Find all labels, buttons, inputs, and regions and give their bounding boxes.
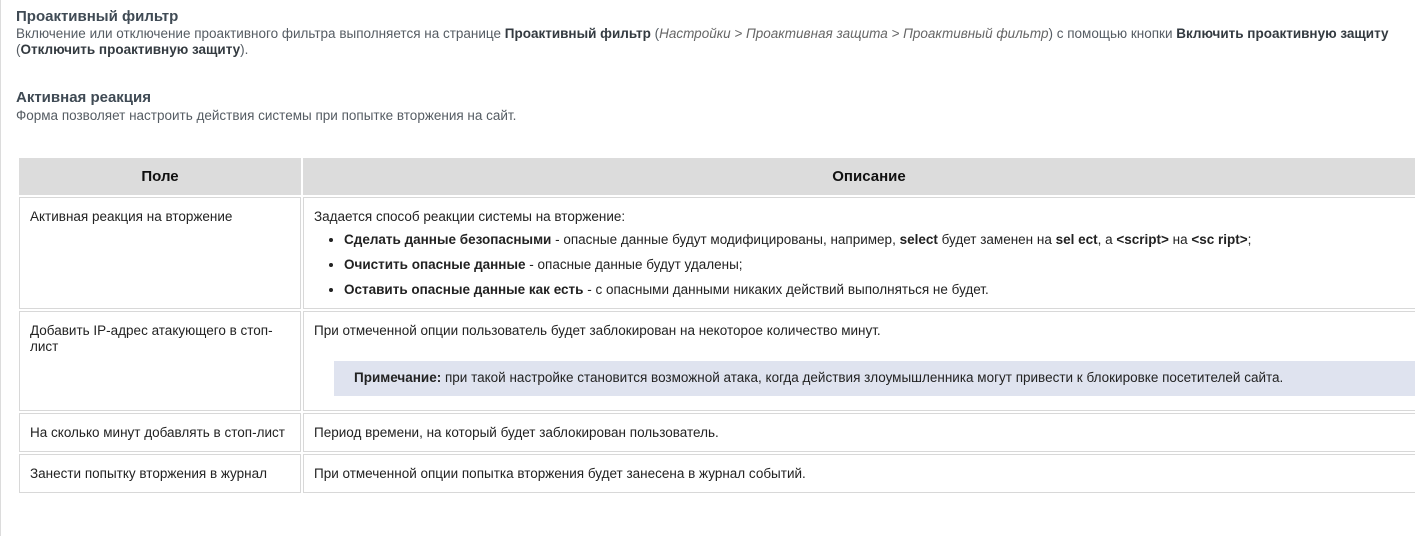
page-name: Проактивный фильтр (504, 26, 651, 41)
description-intro: Задается способ реакции системы на вторж… (314, 209, 626, 224)
list-item: Очистить опасные данные - опасные данные… (344, 257, 1415, 273)
disable-button-name: Отключить проактивную защиту (20, 42, 241, 57)
left-border (0, 0, 1, 536)
option-text: будет заменен на (937, 232, 1056, 247)
field-name: Добавить IP-адрес атакующего в стоп-лист (19, 311, 301, 411)
text-fragment: ( (650, 26, 660, 41)
field-name: На сколько минут добавлять в стоп-лист (19, 413, 301, 452)
option-text: на (1168, 232, 1192, 247)
table-row: На сколько минут добавлять в стоп-лист П… (19, 413, 1415, 452)
text-fragment: ) с помощью кнопки (1048, 26, 1177, 41)
active-reaction-description: Форма позволяет настроить действия систе… (16, 108, 517, 123)
enable-button-name: Включить проактивную защиту (1176, 26, 1389, 41)
option-text: ; (1247, 232, 1252, 247)
fields-table: Поле Описание Активная реакция на вторже… (17, 156, 1415, 495)
text-fragment: Включение или отключение проактивного фи… (16, 26, 505, 41)
field-description: Задается способ реакции системы на вторж… (303, 197, 1415, 309)
article-content: Проактивный фильтр Включение или отключе… (16, 8, 1415, 124)
code-sample: sel ect (1055, 232, 1098, 247)
option-text: - с опасными данными никаких действий вы… (583, 282, 989, 297)
table-header-row: Поле Описание (19, 158, 1415, 195)
code-sample: select (899, 232, 938, 247)
field-name: Занести попытку вторжения в журнал (19, 454, 301, 493)
active-reaction-section: Активная реакция Форма позволяет настрои… (16, 89, 1415, 124)
note-text: при такой настройке становится возможной… (441, 370, 1284, 385)
proactive-filter-section: Проактивный фильтр Включение или отключе… (16, 8, 1415, 58)
option-text: - опасные данные будут удалены; (525, 257, 743, 272)
option-text: , а (1097, 232, 1117, 247)
header-description: Описание (303, 158, 1415, 195)
proactive-filter-text: Включение или отключение проактивного фи… (16, 26, 1415, 58)
note-box: Примечание: при такой настройке становит… (334, 361, 1415, 396)
code-sample: <sc ript> (1191, 232, 1248, 247)
list-item: Сделать данные безопасными - опасные дан… (344, 232, 1415, 248)
table-row: Активная реакция на вторжение Задается с… (19, 197, 1415, 309)
header-field: Поле (19, 158, 301, 195)
field-description: При отмеченной опции пользователь будет … (303, 311, 1415, 411)
settings-path: Настройки > Проактивная защита > Проакти… (659, 26, 1049, 41)
list-item: Оставить опасные данные как есть - с опа… (344, 282, 1415, 298)
text-fragment: ). (240, 42, 249, 57)
option-label: Оставить опасные данные как есть (344, 282, 584, 297)
field-description: При отмеченной опции попытка вторжения б… (303, 454, 1415, 493)
option-label: Очистить опасные данные (344, 257, 526, 272)
description-text: При отмеченной опции пользователь будет … (314, 323, 881, 338)
table-row: Добавить IP-адрес атакующего в стоп-лист… (19, 311, 1415, 411)
field-name: Активная реакция на вторжение (19, 197, 301, 309)
table-row: Занести попытку вторжения в журнал При о… (19, 454, 1415, 493)
active-reaction-title: Активная реакция (16, 89, 151, 106)
code-sample: <script> (1116, 232, 1169, 247)
options-list: Сделать данные безопасными - опасные дан… (314, 232, 1415, 298)
option-label: Сделать данные безопасными (344, 232, 552, 247)
proactive-filter-title: Проактивный фильтр (16, 8, 179, 25)
option-text: - опасные данные будут модифицированы, н… (551, 232, 900, 247)
note-label: Примечание: (354, 370, 442, 385)
field-description: Период времени, на который будет заблоки… (303, 413, 1415, 452)
